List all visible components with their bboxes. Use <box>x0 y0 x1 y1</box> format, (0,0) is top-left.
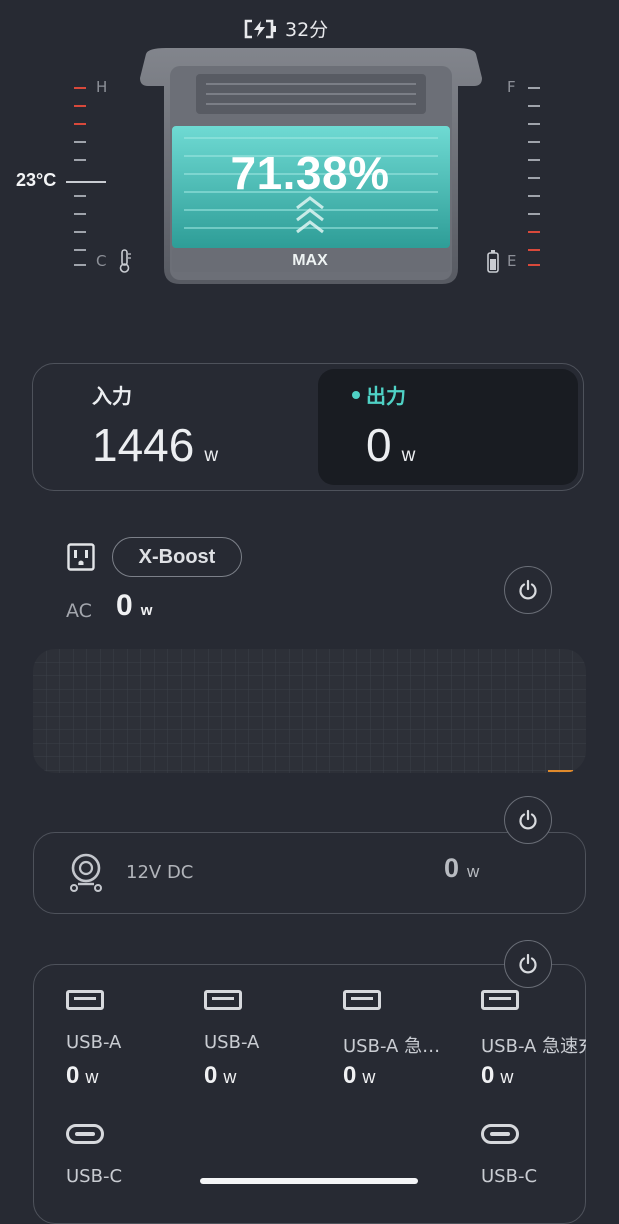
gauge-empty-label: E <box>507 252 517 270</box>
car-outlet-icon <box>70 853 102 892</box>
battery-percentage: 71.38% <box>230 147 390 199</box>
power-icon <box>519 953 537 974</box>
battery-icon <box>487 250 499 273</box>
temperature-value: 23°C <box>16 170 57 190</box>
ac-outlet-icon <box>67 543 95 571</box>
dc-power-button[interactable] <box>504 796 552 844</box>
home-indicator[interactable] <box>200 1178 418 1184</box>
usb-port-grid: USB-A 0w USB-A 0w USB-A 急… 0w USB-A 急速充 … <box>66 990 586 1200</box>
input-label[interactable]: 入力 <box>92 380 132 409</box>
gauge-full-label: F <box>507 78 516 96</box>
ac-value: 0w <box>116 589 153 622</box>
dc-unit: w <box>467 862 480 881</box>
power-icon <box>519 809 537 830</box>
gauge-high-label: H <box>96 78 108 96</box>
battery-charging-icon <box>244 19 276 38</box>
x-boost-button[interactable]: X-Boost <box>112 537 242 577</box>
input-unit: w <box>204 445 219 466</box>
output-label[interactable]: 出力 <box>352 380 406 409</box>
usb-a-icon <box>481 990 519 1010</box>
power-icon <box>519 579 537 600</box>
ac-power-button[interactable] <box>504 566 552 614</box>
charge-mode-label: MAX <box>292 252 328 269</box>
usb-a-icon <box>343 990 381 1010</box>
dc-value: 0w <box>444 853 480 883</box>
charge-status: 32分 <box>243 15 328 42</box>
usb-power-button[interactable] <box>504 940 552 988</box>
temperature-indicator <box>66 181 106 183</box>
input-value: 1446 w <box>92 419 219 471</box>
usb-c-icon <box>66 1124 104 1144</box>
usb-a-icon <box>66 990 104 1010</box>
remaining-time: 32分 <box>285 19 329 41</box>
thermometer-icon <box>119 249 131 273</box>
usb-a-icon <box>204 990 242 1010</box>
ac-label: AC <box>66 600 92 622</box>
dc-card <box>33 832 586 914</box>
active-dot <box>352 390 360 399</box>
ac-unit: w <box>140 602 153 619</box>
dc-label: 12V DC <box>126 862 194 883</box>
ac-output-chart <box>33 649 586 773</box>
gauge-low-label: C <box>96 252 107 270</box>
output-unit: w <box>401 445 416 466</box>
usb-c-icon <box>481 1124 519 1144</box>
output-value: 0w <box>366 419 416 471</box>
